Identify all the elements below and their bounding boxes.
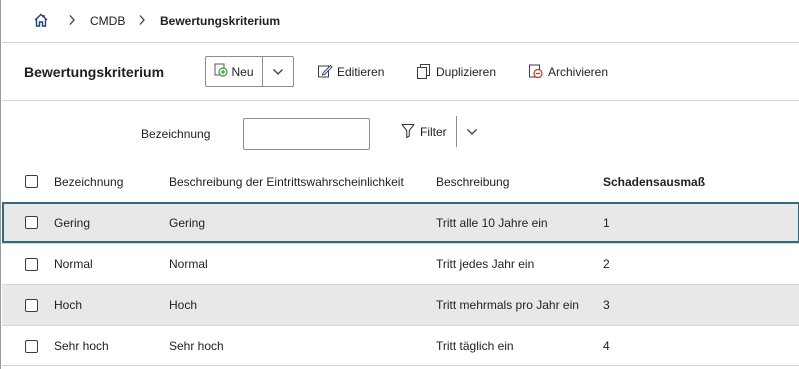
column-header-damage[interactable]: Schadensausmaß [603,161,705,202]
table-row[interactable]: Hoch Hoch Tritt mehrmals pro Jahr ein 3 [2,284,799,325]
row-checkbox[interactable] [25,257,38,271]
duplicate-button-label: Duplizieren [436,65,497,79]
row-checkbox-cell [25,202,38,243]
table-row[interactable]: Gering Gering Tritt alle 10 Jahre ein 1 [2,202,799,243]
new-dropdown-toggle[interactable] [263,57,293,86]
archive-button[interactable]: Archivieren [528,62,608,82]
filter-label: Bezeichnung [141,127,211,141]
chevron-down-icon [272,65,284,79]
new-button-label: Neu [231,64,254,79]
filter-dropdown-toggle[interactable] [464,124,480,140]
table-row[interactable]: Sehr hoch Sehr hoch Tritt täglich ein 4 [2,325,799,366]
cell-damage: 2 [603,257,610,271]
filter-icon [401,123,415,142]
duplicate-icon [416,63,432,82]
cell-damage: 4 [603,339,610,353]
row-checkbox-cell [25,326,38,366]
cell-probability-description: Hoch [169,298,198,312]
table-bottom-divider [2,365,799,366]
row-checkbox-cell [25,285,38,325]
select-all-cell [25,161,38,202]
cell-description: Tritt alle 10 Jahre ein [436,215,548,230]
page-title: Bewertungskriterium [24,64,165,80]
cell-name: Normal [54,257,93,271]
home-icon[interactable] [33,12,49,28]
column-header-name[interactable]: Bezeichnung [54,161,123,202]
duplicate-button[interactable]: Duplizieren [416,62,496,82]
cell-name: Gering [54,215,91,230]
breadcrumb: CMDB Bewertungskriterium [1,0,799,42]
row-checkbox-cell [25,244,38,284]
table-header: Bezeichnung Beschreibung der Eintrittswa… [2,161,799,202]
breadcrumb-current: Bewertungskriterium [160,14,281,28]
row-checkbox[interactable] [25,216,38,229]
chevron-down-icon [466,125,478,139]
new-button[interactable]: Neu [206,57,263,86]
data-table: Bezeichnung Beschreibung der Eintrittswa… [2,161,799,366]
select-all-checkbox[interactable] [25,175,38,188]
chevron-right-icon [68,14,76,26]
table-row[interactable]: Normal Normal Tritt jedes Jahr ein 2 [2,243,799,284]
cell-name: Sehr hoch [54,339,109,353]
cell-damage: 1 [603,215,610,230]
column-header-description[interactable]: Beschreibung [436,161,509,202]
app-frame: CMDB Bewertungskriterium Bewertungskrite… [0,0,799,369]
cell-name: Hoch [54,298,83,312]
filter-divider [456,116,457,147]
row-checkbox[interactable] [25,298,38,312]
edit-button-label: Editieren [337,65,385,79]
cell-description: Tritt mehrmals pro Jahr ein [436,298,579,312]
cell-probability-description: Normal [169,257,208,271]
name-filter-input[interactable] [243,118,370,150]
page-header: Bewertungskriterium Neu Editieren Dupliz… [2,42,799,101]
cell-description: Tritt jedes Jahr ein [436,257,535,271]
filter-button-label: Filter [420,125,447,139]
new-split-button: Neu [205,56,294,87]
cell-damage: 3 [603,298,610,312]
add-circle-icon [214,63,229,80]
cell-probability-description: Gering [169,215,206,230]
edit-button[interactable]: Editieren [317,62,384,82]
column-header-probability-description[interactable]: Beschreibung der Eintrittswahrscheinlich… [169,161,404,202]
archive-icon [528,63,544,82]
cell-probability-description: Sehr hoch [169,339,224,353]
filter-button[interactable]: Filter [401,123,447,141]
edit-icon [317,63,333,82]
breadcrumb-link-cmdb[interactable]: CMDB [90,14,125,28]
archive-button-label: Archivieren [548,65,609,79]
cell-description: Tritt täglich ein [436,339,514,353]
chevron-right-icon [138,14,146,26]
row-checkbox[interactable] [25,339,38,353]
